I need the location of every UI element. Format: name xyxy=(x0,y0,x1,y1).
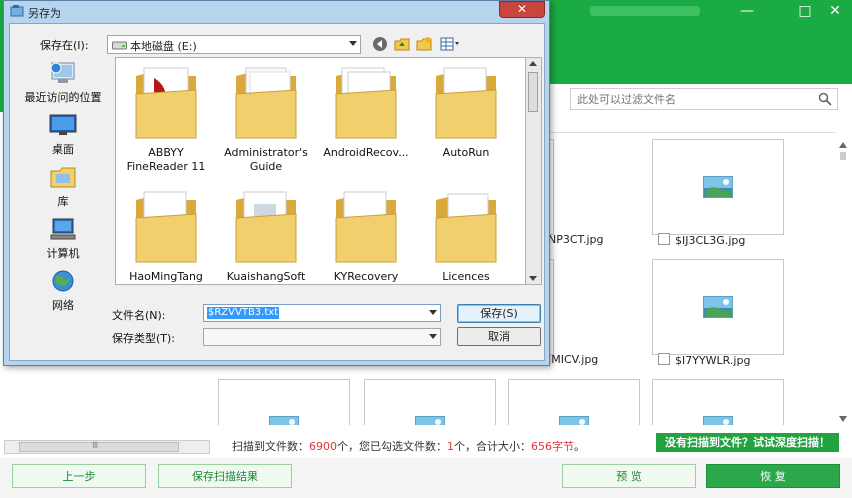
thumbnail-card[interactable] xyxy=(508,379,640,425)
save-in-label: 保存在(I): xyxy=(40,39,89,52)
drive-icon xyxy=(112,41,127,50)
file-item[interactable]: AndroidRecov... xyxy=(316,64,416,160)
chevron-down-icon xyxy=(429,334,437,339)
preview-button[interactable]: 预 览 xyxy=(562,464,696,488)
chevron-down-icon xyxy=(349,41,357,46)
place-library[interactable]: 库 xyxy=(15,164,111,209)
computer-icon xyxy=(50,218,76,240)
select-checkbox[interactable] xyxy=(658,353,670,365)
view-menu-icon[interactable] xyxy=(440,36,462,52)
filename-value: $RZVVTB3.txt xyxy=(207,307,280,319)
recent-places-icon xyxy=(50,62,75,83)
folder-icon xyxy=(235,191,297,263)
chevron-down-icon[interactable] xyxy=(429,310,437,315)
file-item[interactable]: Licences xyxy=(416,188,516,284)
close-icon: ✕ xyxy=(516,2,528,16)
place-desktop[interactable]: 桌面 xyxy=(15,112,111,157)
image-file-icon xyxy=(703,296,733,318)
image-file-icon xyxy=(415,416,445,425)
scroll-up-icon[interactable] xyxy=(529,61,537,66)
bottom-action-bar: 上一步 保存扫描结果 预 览 恢 复 xyxy=(0,458,852,498)
filetype-label: 保存类型(T): xyxy=(112,332,176,345)
image-file-icon xyxy=(703,176,733,198)
folder-icon xyxy=(435,67,497,139)
back-icon[interactable] xyxy=(372,36,388,52)
network-icon xyxy=(52,270,74,292)
folder-icon xyxy=(235,67,297,139)
cancel-button[interactable]: 取消 xyxy=(457,327,541,346)
grid-vertical-scrollbar[interactable] xyxy=(836,134,850,424)
up-folder-icon[interactable] xyxy=(394,36,410,52)
image-file-icon xyxy=(703,416,733,425)
folder-icon xyxy=(135,67,197,139)
image-file-icon xyxy=(269,416,299,425)
scrollbar-thumb[interactable]: Ⅲ xyxy=(19,441,179,452)
thumbnail-caption: $I7YYWLR.jpg xyxy=(658,353,750,367)
filetype-dropdown[interactable] xyxy=(203,328,441,346)
close-icon: ✕ xyxy=(829,3,841,19)
new-folder-icon[interactable] xyxy=(416,36,432,52)
folder-icon xyxy=(435,193,497,263)
thumbnail-caption: NP3CT.jpg xyxy=(548,233,604,246)
desktop-icon xyxy=(49,114,77,135)
save-in-value: 本地磁盘 (E:) xyxy=(130,40,197,53)
library-icon xyxy=(50,167,76,188)
thumbnail-caption: $IJ3CL3G.jpg xyxy=(658,233,745,247)
file-item[interactable]: ABBYY FineReader 11 xyxy=(116,64,216,174)
thumbnail-card[interactable] xyxy=(652,379,784,425)
maximize-button[interactable]: □ xyxy=(793,2,817,20)
scroll-down-icon[interactable] xyxy=(839,416,847,422)
file-item[interactable]: KuaishangSoft xyxy=(216,188,316,284)
save-as-dialog: 另存为 ✕ 保存在(I): 本地磁盘 (E:) 最近访问的位置 桌面 库 计算机… xyxy=(3,0,550,366)
thumbnail-card[interactable] xyxy=(364,379,496,425)
scan-summary: 扫描到文件数：6900个，您已勾选文件数：1个，合计大小：656字节。 xyxy=(232,440,585,453)
minimize-icon: — xyxy=(740,3,754,19)
place-recent[interactable]: 最近访问的位置 xyxy=(15,60,111,105)
folder-icon xyxy=(335,191,397,263)
previous-step-button[interactable]: 上一步 xyxy=(12,464,146,488)
filter-input[interactable] xyxy=(571,89,819,109)
recover-button[interactable]: 恢 复 xyxy=(706,464,840,488)
dialog-title: 另存为 xyxy=(28,7,61,20)
maximize-icon: □ xyxy=(798,3,812,19)
filter-box xyxy=(570,88,838,110)
scroll-up-icon[interactable] xyxy=(839,142,847,148)
scroll-grip-icon: Ⅲ xyxy=(92,441,99,451)
scrollbar-thumb[interactable] xyxy=(528,72,538,112)
dialog-body: 保存在(I): 本地磁盘 (E:) 最近访问的位置 桌面 库 计算机 网络 AB… xyxy=(9,23,545,361)
file-item[interactable]: AutoRun xyxy=(416,64,516,160)
dialog-close-button[interactable]: ✕ xyxy=(499,1,545,18)
save-in-dropdown[interactable]: 本地磁盘 (E:) xyxy=(107,35,361,54)
places-bar: 最近访问的位置 桌面 库 计算机 网络 xyxy=(15,54,111,312)
folder-icon xyxy=(135,191,197,263)
thumbnail-caption: JMICV.jpg xyxy=(548,353,599,366)
dialog-app-icon xyxy=(10,5,24,17)
app-title-blurred xyxy=(590,6,700,16)
scrollbar-thumb[interactable] xyxy=(840,152,846,160)
select-checkbox[interactable] xyxy=(658,233,670,245)
minimize-button[interactable]: — xyxy=(735,2,759,20)
file-item[interactable]: KYRecovery xyxy=(316,188,416,284)
file-list: ABBYY FineReader 11 Administrator's Guid… xyxy=(115,57,526,285)
folder-icon xyxy=(335,67,397,139)
thumbnail-card[interactable] xyxy=(652,259,784,355)
save-scan-results-button[interactable]: 保存扫描结果 xyxy=(158,464,292,488)
file-list-scrollbar[interactable] xyxy=(526,57,542,285)
file-item[interactable]: HaoMingTang xyxy=(116,188,216,284)
file-item[interactable]: Administrator's Guide xyxy=(216,64,316,174)
tree-horizontal-scrollbar[interactable]: Ⅲ xyxy=(4,440,210,454)
search-icon[interactable] xyxy=(818,92,832,106)
thumbnail-card[interactable] xyxy=(652,139,784,235)
close-window-button[interactable]: ✕ xyxy=(823,2,847,20)
image-file-icon xyxy=(559,416,589,425)
deep-scan-link[interactable]: 没有扫描到文件？试试深度扫描！ xyxy=(656,433,839,452)
place-network[interactable]: 网络 xyxy=(15,268,111,313)
scroll-down-icon[interactable] xyxy=(529,276,537,281)
place-computer[interactable]: 计算机 xyxy=(15,216,111,261)
thumbnail-card[interactable] xyxy=(218,379,350,425)
save-button[interactable]: 保存(S) xyxy=(457,304,541,323)
filename-label: 文件名(N): xyxy=(112,309,166,322)
filename-input[interactable]: $RZVVTB3.txt xyxy=(203,304,441,322)
